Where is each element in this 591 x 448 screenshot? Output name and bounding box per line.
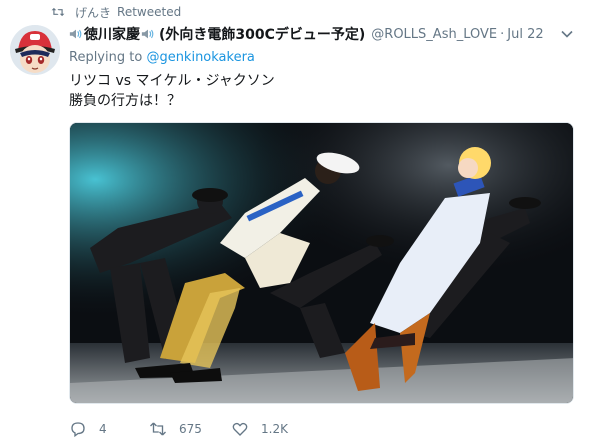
like-button[interactable]: 1.2K: [231, 420, 311, 438]
avatar-image: [10, 25, 60, 75]
retweet-context: げんき Retweeted: [51, 4, 181, 20]
retweet-icon: [51, 7, 65, 17]
tweet-date[interactable]: Jul 22: [507, 27, 543, 42]
tweet-actions: 4 675 1.2K: [69, 418, 311, 440]
tweet-text: リツコ vs マイケル・ジャクソン 勝負の行方は！？: [69, 71, 275, 111]
dance-photo: [70, 123, 573, 403]
retweet-button[interactable]: 675: [149, 420, 231, 438]
retweet-icon: [150, 422, 166, 436]
tweet-media[interactable]: [69, 122, 574, 404]
tweet-text-line-2: 勝負の行方は！？: [69, 93, 181, 109]
replying-to: Replying to @genkinokakera: [69, 50, 255, 65]
speaker-icon: [69, 29, 82, 39]
reply-icon: [71, 422, 85, 438]
retweet-count: 675: [179, 422, 202, 436]
tweet-text-line-1: リツコ vs マイケル・ジャクソン: [69, 73, 275, 89]
retweeter-name[interactable]: げんき: [75, 4, 111, 21]
user-handle[interactable]: @ROLLS_Ash_LOVE: [371, 27, 497, 42]
speaker-icon: [141, 29, 154, 39]
tweet-header: 徳川家慶 (外向き電飾300Cデビュー予定) @ROLLS_Ash_LOVE ·…: [69, 24, 551, 44]
heart-icon: [232, 422, 248, 436]
avatar[interactable]: [10, 25, 60, 75]
reply-count: 4: [99, 422, 107, 436]
chevron-down-icon[interactable]: [560, 27, 574, 41]
replying-to-label: Replying to: [69, 50, 143, 65]
reply-button[interactable]: 4: [69, 420, 149, 438]
like-count: 1.2K: [261, 422, 288, 436]
display-name-suffix[interactable]: (外向き電飾300Cデビュー予定): [159, 24, 365, 44]
display-name[interactable]: 徳川家慶: [84, 24, 140, 44]
retweet-label: Retweeted: [117, 5, 182, 19]
replying-to-user[interactable]: @genkinokakera: [146, 50, 254, 65]
separator-dot: ·: [500, 26, 505, 42]
